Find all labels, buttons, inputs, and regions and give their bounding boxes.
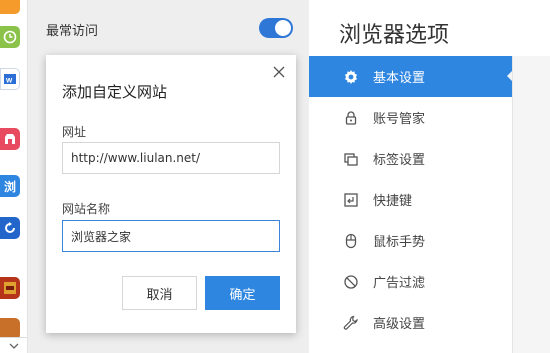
mouse-icon (342, 232, 360, 250)
browser-app-icon[interactable]: 浏 (0, 175, 20, 197)
store-app-icon[interactable] (0, 128, 20, 150)
lock-icon (342, 109, 360, 127)
chevron-down-icon (9, 343, 19, 349)
toggle-knob (275, 20, 291, 36)
add-custom-site-dialog: 添加自定义网站 网址 http://www.liulan.net/ 网站名称 浏… (46, 55, 296, 333)
nav-item-advanced-settings[interactable]: 高级设置 (309, 302, 512, 343)
nav-item-mouse-gestures[interactable]: 鼠标手势 (309, 220, 512, 261)
tabs-icon (342, 150, 360, 168)
most-visited-label: 最常访问 (46, 24, 99, 39)
app-top-icon[interactable] (0, 0, 20, 14)
svg-text:w: w (5, 76, 13, 85)
nav-item-label: 基本设置 (373, 71, 426, 86)
nav-item-label: 鼠标手势 (373, 235, 426, 250)
divider (512, 56, 513, 353)
nav-item-label: 账号管家 (373, 112, 426, 127)
app-sidebar: w 浏 (0, 0, 28, 353)
word-doc-icon[interactable]: w (0, 68, 20, 90)
site-name-input[interactable]: 浏览器之家 (62, 220, 280, 252)
wrench-icon (342, 314, 360, 332)
confirm-button[interactable]: 确定 (205, 276, 280, 310)
keyboard-key-icon (342, 191, 360, 209)
browser-options-panel: 浏览器选项 基本设置 账号管家 标签设置 快捷键 鼠标手势 广告过滤 高级设置 (309, 0, 550, 353)
most-visited-toggle[interactable] (259, 18, 293, 38)
nav-item-account-manager[interactable]: 账号管家 (309, 97, 512, 138)
url-input[interactable]: http://www.liulan.net/ (62, 142, 280, 174)
page-title: 浏览器选项 (339, 23, 450, 48)
nav-item-label: 标签设置 (373, 153, 426, 168)
nav-item-label: 快捷键 (373, 194, 413, 209)
close-icon[interactable] (272, 65, 286, 79)
url-label: 网址 (62, 125, 87, 139)
gear-icon (342, 68, 360, 86)
refresh-app-icon[interactable] (0, 217, 20, 239)
dialog-title: 添加自定义网站 (62, 83, 168, 101)
clock-app-icon[interactable] (0, 26, 20, 48)
options-nav: 基本设置 账号管家 标签设置 快捷键 鼠标手势 广告过滤 高级设置 (309, 56, 514, 353)
nav-item-label: 高级设置 (373, 317, 426, 332)
scroll-down-button[interactable] (0, 337, 27, 353)
nav-item-label: 广告过滤 (373, 276, 426, 291)
nav-item-shortcuts[interactable]: 快捷键 (309, 179, 512, 220)
site-name-label: 网站名称 (62, 202, 111, 216)
nav-item-tab-settings[interactable]: 标签设置 (309, 138, 512, 179)
game-app-icon[interactable] (0, 277, 20, 299)
nav-item-ad-filter[interactable]: 广告过滤 (309, 261, 512, 302)
nav-item-basic-settings[interactable]: 基本设置 (309, 56, 514, 97)
cancel-button[interactable]: 取消 (122, 276, 197, 310)
block-icon (342, 273, 360, 291)
options-header: 浏览器选项 (309, 0, 550, 56)
